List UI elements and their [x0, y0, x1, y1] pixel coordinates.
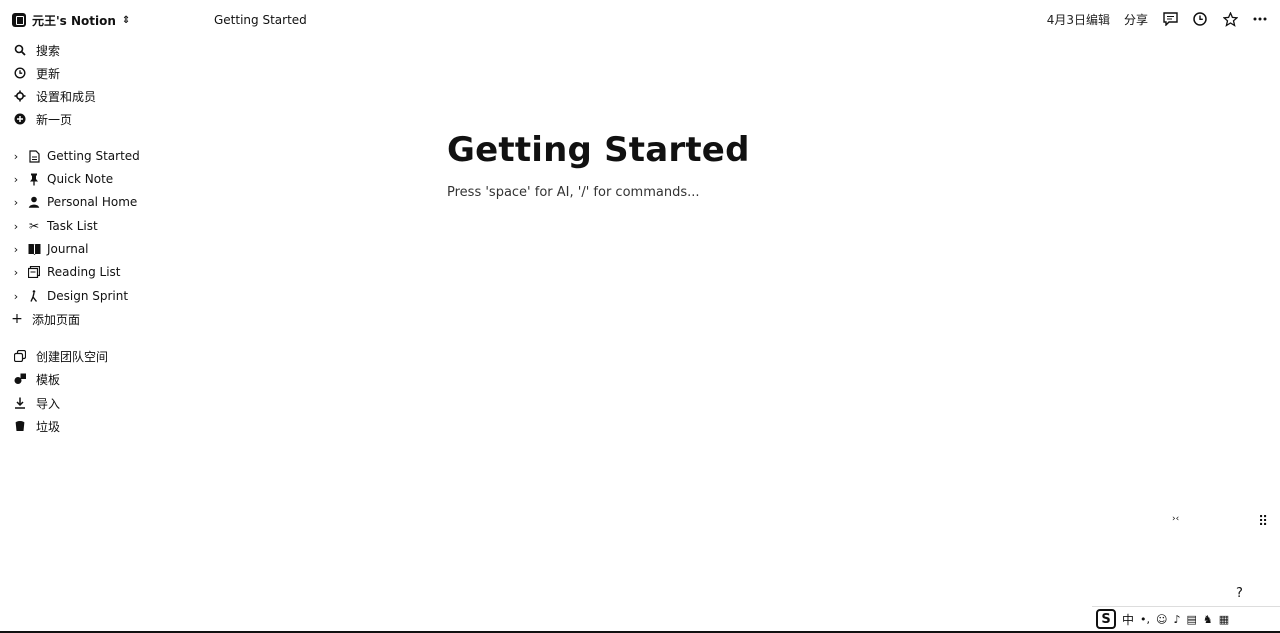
chevron-right-icon[interactable]: › [10, 196, 22, 209]
workspace-name: 元王's Notion [32, 13, 116, 28]
history-icon[interactable] [1192, 11, 1208, 27]
sidebar-item-search[interactable]: 搜索 [12, 39, 192, 61]
ime-logo-icon[interactable]: S [1096, 609, 1116, 629]
sidebar-item-import[interactable]: 导入 [12, 392, 192, 414]
comment-icon[interactable] [1162, 11, 1178, 27]
sidebar-item-label: 更新 [36, 66, 61, 81]
gear-icon [12, 90, 28, 102]
sidebar-page-design-sprint[interactable]: › Design Sprint [10, 285, 195, 307]
ime-language-toggle[interactable]: 中 [1122, 611, 1134, 628]
sidebar-page-task-list[interactable]: › ✂ Task List [10, 215, 195, 237]
sidebar-page-personal-home[interactable]: › Personal Home [10, 191, 195, 213]
ime-menu-icon[interactable]: ▦ [1219, 613, 1229, 626]
last-edited-text: 4月3日编辑 [1046, 12, 1110, 27]
trash-icon [12, 420, 28, 432]
sidebar-page-getting-started[interactable]: › Getting Started [10, 145, 195, 167]
sidebar: 元王's Notion ⇕ 搜索 更新 设置和成员 新一页 › Getting … [0, 0, 200, 633]
plus-icon: + [11, 311, 23, 327]
person-icon [26, 196, 42, 208]
sidebar-page-label: Quick Note [47, 172, 114, 186]
breadcrumb-page[interactable]: Getting Started [214, 13, 307, 27]
workspace-logo-icon [12, 13, 26, 27]
chevron-right-icon[interactable]: › [10, 290, 22, 303]
sidebar-item-label: 创建团队空间 [36, 349, 109, 364]
books-icon [26, 266, 42, 278]
sidebar-item-updates[interactable]: 更新 [12, 62, 192, 84]
share-button[interactable]: 分享 [1124, 11, 1148, 28]
chevron-right-icon[interactable]: › [10, 150, 22, 163]
pin-icon [26, 173, 42, 186]
topbar-actions: 4月3日编辑 分享 [1047, 8, 1268, 30]
keyboard-icon[interactable]: ▤ [1187, 613, 1197, 626]
shapes-icon [12, 373, 28, 385]
team-space-icon [12, 350, 28, 362]
add-page-label: 添加页面 [32, 312, 81, 327]
chevron-right-icon[interactable]: › [10, 220, 22, 233]
star-icon[interactable] [1222, 11, 1238, 27]
sidebar-item-label: 模板 [36, 372, 61, 387]
clock-icon [12, 67, 28, 79]
sidebar-item-create-teamspace[interactable]: 创建团队空间 [12, 345, 192, 367]
sidebar-item-label: 垃圾 [36, 419, 61, 434]
chevron-up-down-icon: ⇕ [121, 14, 131, 26]
sidebar-page-label: Journal [47, 242, 89, 256]
microphone-icon[interactable]: ♪ [1173, 613, 1180, 626]
emoji-icon[interactable]: ☺ [1156, 613, 1167, 626]
skin-icon[interactable]: ♞ [1203, 613, 1213, 626]
scissors-icon: ✂ [28, 219, 40, 233]
sidebar-item-label: 设置和成员 [36, 89, 97, 104]
search-icon [12, 44, 28, 56]
sidebar-item-new-page[interactable]: 新一页 [12, 108, 192, 130]
sidebar-page-label: Personal Home [47, 195, 138, 209]
sidebar-page-label: Task List [47, 219, 98, 233]
download-icon [12, 397, 28, 409]
walk-icon [26, 290, 42, 302]
sidebar-item-trash[interactable]: 垃圾 [12, 415, 192, 437]
book-icon [26, 243, 42, 255]
chevron-right-icon[interactable]: › [10, 266, 22, 279]
sidebar-item-label: 搜索 [36, 43, 61, 58]
help-button[interactable]: ? [1236, 586, 1243, 601]
sidebar-page-journal[interactable]: › Journal [10, 238, 195, 260]
sidebar-item-label: 新一页 [36, 112, 73, 127]
page-title[interactable]: Getting Started [447, 130, 750, 170]
chevron-right-icon[interactable]: › [10, 173, 22, 186]
add-page-button[interactable]: + 添加页面 [10, 308, 195, 330]
sidebar-item-settings[interactable]: 设置和成员 [12, 85, 192, 107]
page-icon [26, 149, 42, 163]
sidebar-page-label: Getting Started [47, 149, 140, 163]
punctuation-icon[interactable]: •, [1140, 613, 1150, 626]
sidebar-page-reading-list[interactable]: › Reading List [10, 261, 195, 283]
notion-app: 元王's Notion ⇕ 搜索 更新 设置和成员 新一页 › Getting … [0, 0, 1280, 633]
sidebar-page-label: Reading List [47, 265, 121, 279]
cursor-indicator-icon: ›‹ [1172, 514, 1180, 524]
sidebar-page-label: Design Sprint [47, 289, 129, 303]
ime-toolbar: S 中 •, ☺ ♪ ▤ ♞ ▦ [1092, 606, 1280, 631]
drag-handle-icon[interactable]: ⠿ [1258, 514, 1268, 530]
sidebar-item-templates[interactable]: 模板 [12, 368, 192, 390]
page-body-placeholder[interactable]: Press 'space' for AI, '/' for commands..… [447, 185, 699, 200]
workspace-switcher[interactable]: 元王's Notion ⇕ [12, 10, 130, 30]
sidebar-page-quick-note[interactable]: › Quick Note [10, 168, 195, 190]
chevron-right-icon[interactable]: › [10, 243, 22, 256]
more-icon[interactable] [1252, 11, 1268, 27]
plus-circle-icon [12, 113, 28, 125]
breadcrumb[interactable]: Getting Started [214, 10, 307, 30]
sidebar-item-label: 导入 [36, 396, 61, 411]
